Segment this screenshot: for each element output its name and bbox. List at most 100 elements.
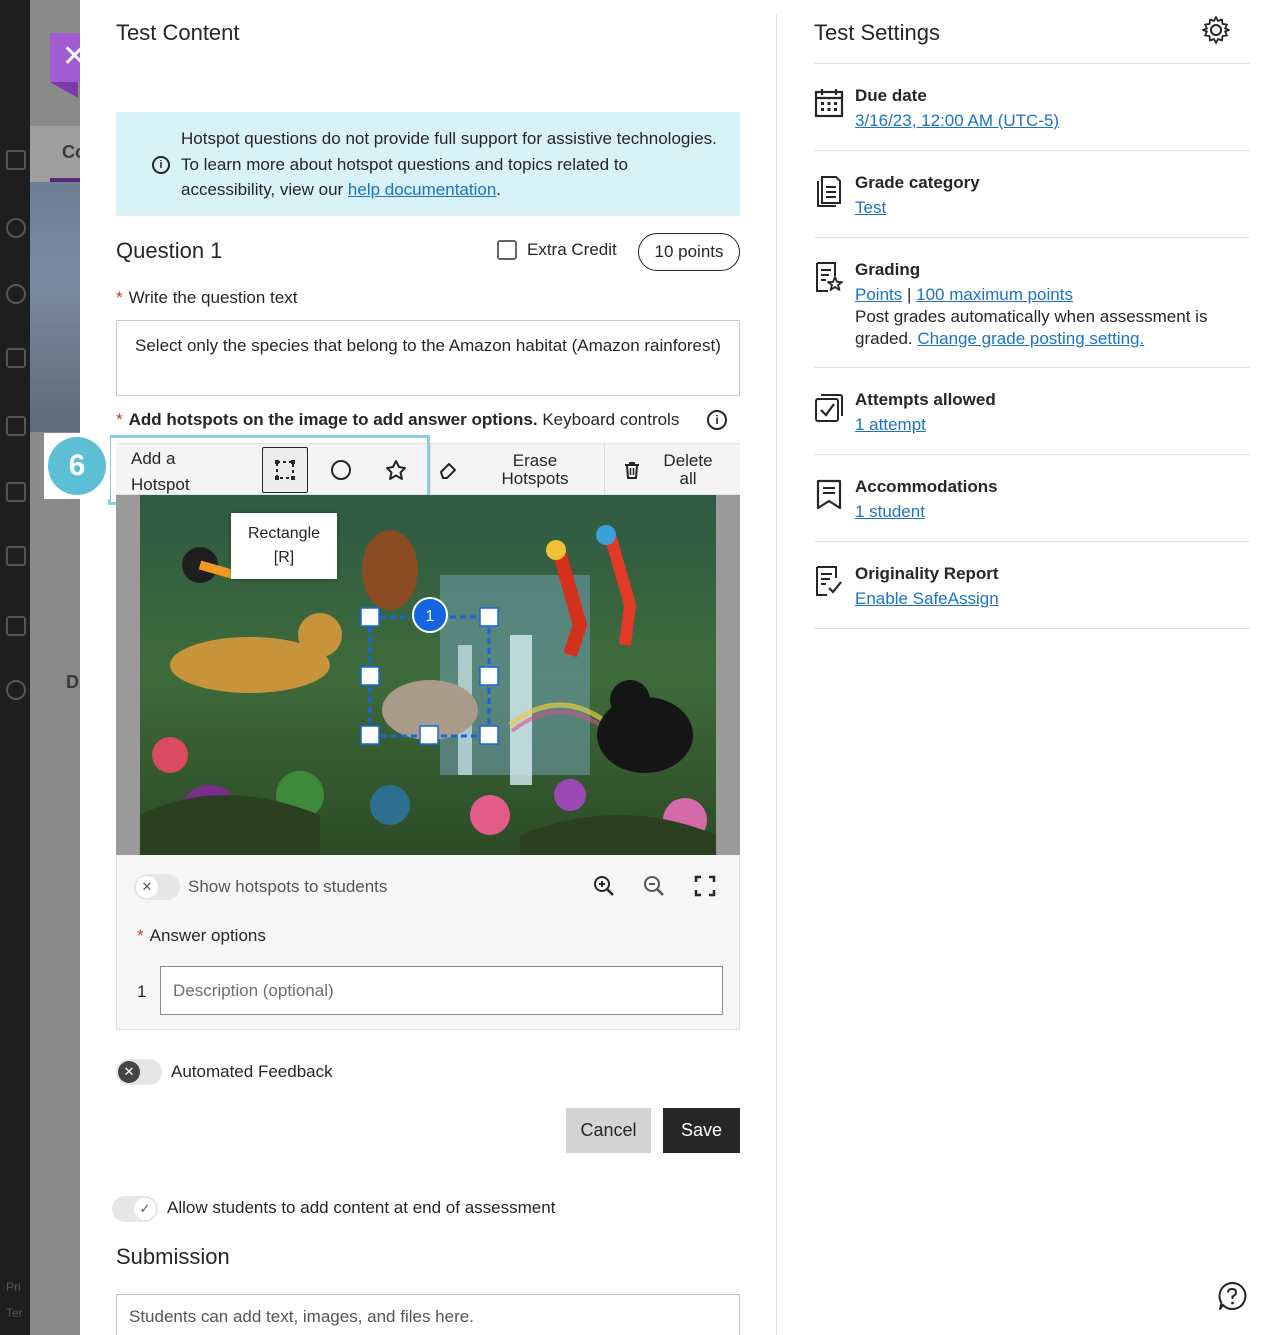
hotspot-label: * Add hotspots on the image to add answer… [116, 410, 679, 430]
footer-privacy: Pri [6, 1280, 21, 1294]
polygon-icon [386, 460, 406, 480]
profile-icon [6, 218, 26, 238]
extra-credit-label: Extra Credit [527, 240, 617, 259]
page-title: Test Content [116, 20, 240, 45]
question-title: Question 1 [116, 238, 223, 263]
zoom-in-icon[interactable] [590, 872, 618, 900]
grade-category-name: Grade category [855, 173, 980, 192]
answer-options-label-text: Answer options [149, 926, 266, 945]
close-button-tail [50, 82, 78, 98]
toggle-on-check-icon: ✓ [134, 1198, 156, 1220]
calendar-icon [6, 416, 26, 436]
hotspot-toolbar: Add a Hotspot Erase Hotspots Delete all [116, 443, 740, 498]
erase-label-line1: Erase [512, 451, 558, 470]
originality-name: Originality Report [855, 564, 999, 583]
background-section-letter: D [66, 672, 79, 692]
toolbar-divider [604, 444, 605, 496]
answer-number: 1 [137, 982, 147, 1001]
step-number: 6 [48, 437, 106, 495]
globe-icon [6, 284, 26, 304]
hotspot-number: 1 [426, 608, 435, 625]
automated-feedback-label: Automated Feedback [171, 1062, 333, 1081]
circle-tool-button[interactable] [321, 444, 361, 496]
rainforest-image[interactable]: 1 [140, 495, 716, 855]
grades-icon [6, 546, 26, 566]
hotspot-image-area[interactable]: 1 Rectangle [R] [116, 495, 740, 855]
erase-hotspots-label: Erase Hotspots [501, 452, 568, 488]
tools-icon [6, 616, 26, 636]
checkbox-box[interactable] [497, 240, 517, 260]
due-date-link[interactable]: 3/16/23, 12:00 AM (UTC-5) [855, 110, 1059, 132]
add-hotspot-label-line1: Add a [131, 449, 176, 468]
fullscreen-icon[interactable] [691, 872, 719, 900]
points-link[interactable]: Points [855, 285, 902, 304]
zoom-out-icon[interactable] [640, 872, 668, 900]
settings-divider [814, 150, 1250, 151]
required-marker: * [116, 288, 123, 307]
submission-title: Submission [116, 1244, 230, 1269]
background-content: Co D [30, 0, 86, 1335]
grade-category-link[interactable]: Test [855, 197, 886, 219]
attempts-name: Attempts allowed [855, 390, 996, 409]
keyboard-controls-info-icon[interactable]: i [707, 410, 727, 430]
trash-icon [625, 462, 639, 479]
info-text-end: . [496, 180, 502, 199]
settings-divider [814, 63, 1250, 64]
rectangle-tool-button[interactable] [262, 447, 308, 493]
change-grade-posting-link[interactable]: Change grade posting setting. [917, 329, 1144, 348]
points-button[interactable]: 10 points [638, 233, 740, 271]
calendar-icon [814, 89, 844, 118]
add-hotspot-label: Add a Hotspot [131, 446, 190, 498]
background-banner-image [30, 182, 80, 432]
help-documentation-link[interactable]: help documentation [348, 180, 496, 199]
answer-description-input[interactable] [160, 966, 723, 1015]
test-content-panel: Test Content i Hotspot questions do not … [44, 0, 1280, 1335]
originality-report-icon [816, 566, 842, 596]
enable-safeassign-link[interactable]: Enable SafeAssign [855, 588, 999, 610]
rectangle-tooltip: Rectangle [R] [231, 513, 337, 579]
delete-label-line2: all [679, 469, 697, 488]
erase-hotspots-button[interactable]: Erase Hotspots [434, 444, 604, 496]
required-marker: * [116, 410, 123, 429]
tooltip-line1: Rectangle [247, 525, 321, 542]
help-icon[interactable] [1216, 1280, 1248, 1312]
gear-icon[interactable] [1200, 14, 1232, 46]
polygon-tool-button[interactable] [376, 444, 416, 496]
grade-category-icon [817, 176, 841, 207]
required-marker: * [137, 926, 144, 945]
settings-divider [814, 237, 1250, 238]
grading-line3-prefix: graded. [855, 329, 918, 348]
settings-divider [814, 367, 1250, 368]
question-text-label-text: Write the question text [128, 288, 298, 307]
messages-icon [6, 482, 26, 502]
allow-content-toggle[interactable]: ✓ [112, 1196, 158, 1222]
accommodations-link[interactable]: 1 student [855, 501, 925, 523]
extra-credit-checkbox[interactable]: Extra Credit [497, 240, 617, 260]
step-badge: 6 [44, 433, 110, 499]
save-button[interactable]: Save [663, 1108, 740, 1153]
info-icon: i [152, 156, 170, 174]
attempts-link[interactable]: 1 attempt [855, 414, 926, 436]
grading-values: Points | 100 maximum points Post grades … [855, 284, 1207, 350]
show-hotspots-toggle[interactable]: ✕ [134, 874, 180, 900]
keyboard-controls-label: Keyboard controls [537, 410, 680, 429]
question-text-field[interactable]: Select only the species that belong to t… [116, 320, 740, 396]
toggle-off-icon: ✕ [118, 1061, 140, 1083]
settings-title: Test Settings [814, 20, 940, 45]
signout-icon [6, 680, 26, 700]
grading-line1: Points | 100 maximum points [855, 284, 1207, 306]
max-points-link[interactable]: 100 maximum points [916, 285, 1073, 304]
delete-all-button[interactable]: Delete all [606, 444, 740, 496]
toolbar-divider [430, 444, 431, 496]
circle-icon [331, 460, 351, 480]
institution-icon [6, 150, 26, 170]
grading-name: Grading [855, 260, 921, 279]
column-divider [776, 14, 777, 1335]
submission-field[interactable]: Students can add text, images, and files… [116, 1294, 740, 1335]
automated-feedback-toggle[interactable]: ✕ [116, 1059, 162, 1085]
delete-label-line1: Delete [663, 451, 713, 470]
cancel-button[interactable]: Cancel [566, 1108, 651, 1153]
toggle-off-icon: ✕ [136, 876, 158, 898]
info-banner: i Hotspot questions do not provide full … [116, 112, 740, 216]
attempts-icon [815, 394, 843, 422]
